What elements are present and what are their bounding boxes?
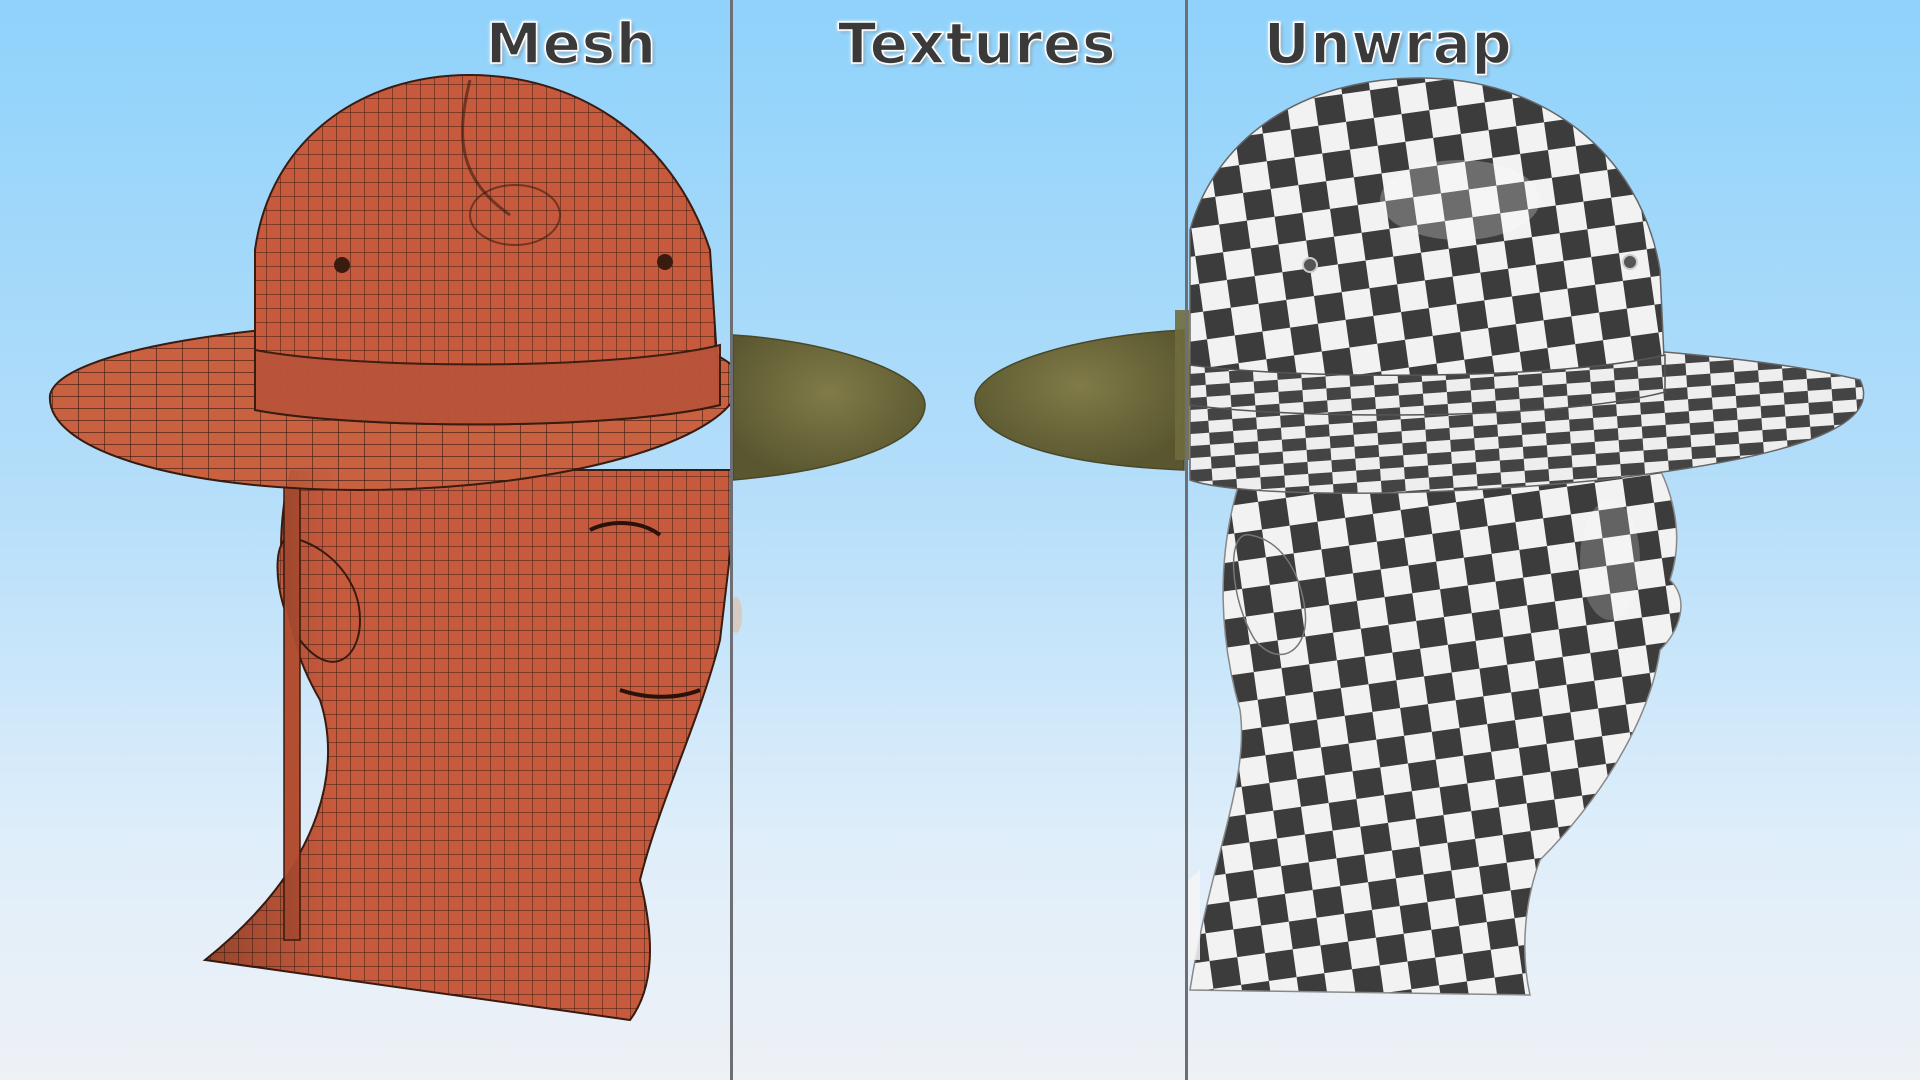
panel-label-mesh: Mesh: [485, 11, 657, 78]
panel-label-textures: Textures: [837, 11, 1117, 78]
unwrap-chin-strap: [1160, 480, 1178, 940]
panel-label-unwrap: Unwrap: [1263, 11, 1513, 78]
unwrap-panel: [1160, 77, 1865, 996]
divider-right[interactable]: [1185, 0, 1188, 1080]
textured-brim-right: [974, 329, 1185, 471]
mesh-face-shade: [205, 470, 420, 990]
unwrap-neck-base: [1187, 870, 1200, 960]
mesh-vent-hole: [334, 257, 350, 273]
unwrap-vent-hole: [1302, 257, 1318, 273]
render-scene: [48, 73, 1865, 1022]
mesh-vent-hole: [657, 254, 673, 270]
textures-panel: [730, 329, 1185, 633]
mesh-panel: [48, 73, 730, 1022]
divider-left[interactable]: [730, 0, 733, 1080]
unwrap-highlight: [1580, 500, 1640, 620]
textured-brim-left: [732, 334, 926, 481]
unwrap-hat-crown: [1189, 77, 1666, 406]
unwrap-highlight: [1380, 160, 1540, 240]
unwrap-vent-hole: [1622, 254, 1638, 270]
